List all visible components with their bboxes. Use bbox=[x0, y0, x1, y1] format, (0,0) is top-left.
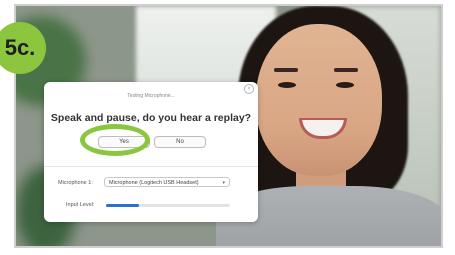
test-microphone-dialog: × Testing Microphone... Speak and pause,… bbox=[44, 82, 258, 222]
microphone-label: Microphone 1: bbox=[58, 180, 93, 186]
input-level-fill bbox=[106, 204, 140, 207]
person-eyebrow bbox=[274, 68, 298, 72]
input-level-label: Input Level: bbox=[66, 202, 95, 208]
microphone-select-value: Microphone (Logitech USB Headset) bbox=[109, 180, 199, 186]
dialog-question: Speak and pause, do you hear a replay? bbox=[50, 112, 252, 124]
dialog-title: Testing Microphone... bbox=[127, 93, 175, 99]
no-button[interactable]: No bbox=[154, 136, 206, 148]
person-face bbox=[256, 24, 382, 176]
person-eye bbox=[336, 82, 354, 88]
person-eye bbox=[278, 82, 296, 88]
input-level-meter bbox=[106, 204, 230, 207]
chevron-down-icon: ▾ bbox=[222, 180, 225, 186]
divider bbox=[44, 166, 258, 167]
microphone-select[interactable]: Microphone (Logitech USB Headset) ▾ bbox=[104, 177, 230, 187]
person-eyebrow bbox=[334, 68, 358, 72]
highlight-ring bbox=[80, 124, 150, 156]
